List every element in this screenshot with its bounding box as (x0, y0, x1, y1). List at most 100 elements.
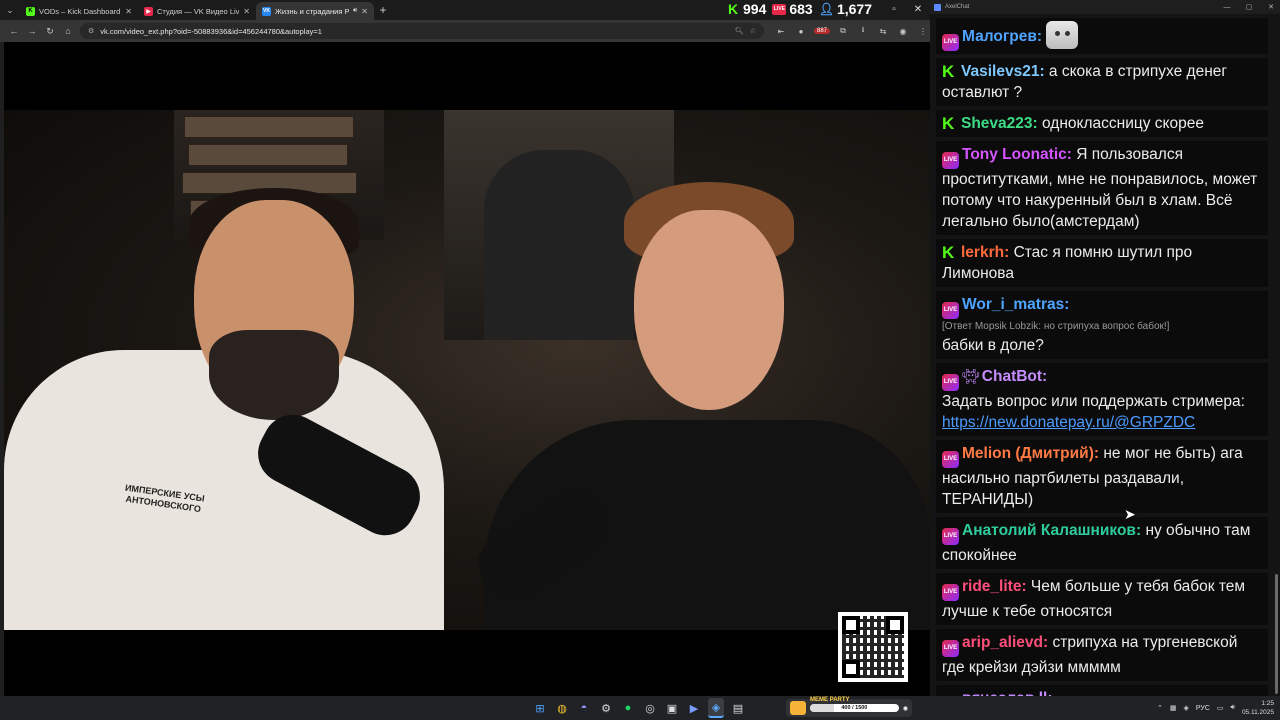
vk-live-badge-icon: LIVE (942, 528, 959, 545)
clock[interactable]: 1:25 05.11.2025 (1242, 699, 1274, 717)
vk-live-badge-icon: LIVE (942, 374, 959, 391)
network-icon[interactable]: ▭ (1217, 704, 1224, 712)
reply-quote: [Ответ Mopsik Lobzik: но стрипуха вопрос… (942, 321, 1170, 332)
menu-kebab-icon[interactable]: ⋮ (916, 27, 930, 36)
chat-message-list[interactable]: LIVE Малогрев: K Vasilevs21: а скока в стр… (936, 18, 1268, 696)
address-bar[interactable]: ⚙ vk.com/video_ext.php?oid=-50883936&id=… (80, 23, 764, 39)
tab-vk-studio[interactable]: ▶ Студия — VK Видео Live ✕ (138, 2, 256, 20)
chat-nickname[interactable]: lerkrh: (961, 244, 1009, 261)
donation-goal-widget: MEME PARTY 400 / 1500 ◉ (786, 697, 912, 717)
back-arrow-icon[interactable]: ← (8, 26, 20, 36)
minimize-button[interactable]: — (1218, 4, 1236, 11)
kick-favicon-icon: K (26, 6, 35, 16)
restore-button[interactable]: ▫ (882, 0, 906, 18)
maximize-button[interactable]: ▢ (1240, 3, 1258, 11)
chat-message[interactable]: LIVEвячеслав ll:[Ответ Wor_i_matras: баб… (936, 685, 1268, 696)
speaker-icon[interactable]: 🔊︎ (353, 7, 357, 15)
extension-badge[interactable]: 887 (814, 28, 830, 34)
volume-icon[interactable]: 🔊︎ (1231, 704, 1235, 712)
chat-message[interactable]: LIVE Tony Loonatic: Я пользовался простит… (936, 141, 1268, 235)
chat-message[interactable]: LIVE Анатолий Калашников: ну обычно там с… (936, 517, 1268, 569)
tray-overflow-icon[interactable]: ⌃ (1157, 704, 1163, 712)
zoom-icon[interactable]: 🔍︎ (735, 27, 744, 35)
chat-message-text: бабки в доле? (942, 337, 1044, 354)
obs-icon[interactable]: ◎ (642, 698, 658, 718)
chat-message[interactable]: LIVE Wor_i_matras: [Ответ Mopsik Lobzik: н… (936, 291, 1268, 359)
tab-title: Жизнь и страдания Романа (275, 6, 349, 16)
extension-puzzle-icon[interactable]: ⧉ (836, 26, 850, 36)
extension-pin-icon[interactable]: ⇤ (774, 27, 788, 36)
language-indicator[interactable]: РУС (1196, 705, 1210, 712)
chat-nickname[interactable]: Tony Loonatic: (962, 146, 1072, 163)
vk-live-badge-icon: LIVE (942, 302, 959, 319)
chat-nickname[interactable]: Vasilevs21: (961, 63, 1045, 80)
chat-nickname[interactable]: Анатолий Калашников: (962, 522, 1141, 539)
viewer-stats: K 994 LIVE 683 👤︎ 1,677 (728, 0, 872, 18)
chat-nickname[interactable]: Малогрев: (962, 28, 1042, 45)
kick-badge-icon: K (942, 62, 955, 81)
donation-goal-bar: 400 / 1500 (810, 704, 899, 712)
close-window-button[interactable]: ✕ (906, 0, 930, 18)
chrome-icon[interactable]: ◍ (554, 698, 570, 718)
chat-scrollbar[interactable] (1275, 574, 1278, 694)
site-info-icon[interactable]: ⚙ (88, 27, 94, 35)
vk-live-logo-icon: LIVE (772, 3, 787, 15)
tab-kick-dashboard[interactable]: K VODs – Kick Dashboard ✕ (20, 2, 138, 20)
donation-link[interactable]: https://new.donatepay.ru/@GRPZDC (942, 414, 1195, 431)
axelchat-app-icon (934, 3, 941, 11)
widget-eye-icon: ◉ (902, 705, 908, 712)
kick-badge-icon: K (942, 114, 955, 133)
vk-live-badge-icon: LIVE (942, 34, 959, 51)
chat-nickname[interactable]: arip_alievd: (962, 634, 1048, 651)
tab-close-icon[interactable]: ✕ (243, 7, 250, 16)
extension-cookie-icon[interactable]: ● (794, 27, 808, 36)
chat-message[interactable]: LIVE arip_alievd: стрипуха на тургеневско… (936, 629, 1268, 681)
home-icon[interactable]: ⌂ (62, 26, 74, 36)
chat-nickname[interactable]: Melion (Дмитрий): (962, 445, 1099, 462)
chat-message[interactable]: LIVE Малогрев: (936, 18, 1268, 54)
reload-icon[interactable]: ↻ (44, 26, 56, 37)
url-text: vk.com/video_ext.php?oid=-50883936&id=45… (100, 26, 322, 36)
chat-message[interactable]: LIVE 👾︎ ChatBot: Задать вопрос или поддержа… (936, 363, 1268, 436)
sidebar-icon[interactable]: ⇆ (876, 27, 890, 36)
meme-party-icon (790, 701, 806, 715)
desktop: ⌄ K VODs – Kick Dashboard ✕ ▶ Студия — V… (0, 0, 1280, 720)
tab-close-icon[interactable]: ✕ (125, 7, 132, 16)
new-tab-button[interactable]: + (374, 3, 392, 17)
spotify-icon[interactable]: ● (620, 698, 636, 718)
bookmark-star-icon[interactable]: ☆ (750, 27, 756, 35)
chat-message[interactable]: K Sheva223: одноклассницу скорее (936, 110, 1268, 137)
app-icon[interactable]: ▣ (664, 698, 680, 718)
chat-message[interactable]: LIVE ride_lite: Чем больше у тебя бабок т… (936, 573, 1268, 625)
tab-video-active[interactable]: VK Жизнь и страдания Романа 🔊︎ ✕ (256, 2, 374, 20)
chat-message[interactable]: LIVE Melion (Дмитрий): не мог не быть) аг… (936, 440, 1268, 513)
tab-search-icon[interactable]: ⌄ (0, 0, 20, 20)
cat-emote-icon (1046, 21, 1079, 49)
chat-app-icon[interactable]: ▤ (730, 698, 746, 718)
forward-arrow-icon[interactable]: → (26, 26, 38, 36)
close-chat-button[interactable]: ✕ (1262, 3, 1280, 11)
chat-nickname[interactable]: Sheva223: (961, 115, 1038, 132)
tray-app-icon[interactable]: ▦ (1170, 704, 1177, 712)
chat-message[interactable]: K Vasilevs21: а скока в стрипухе денег ос… (936, 58, 1268, 106)
browser-app-icon[interactable]: ◈ (708, 698, 724, 718)
download-icon[interactable]: ⭳ (856, 24, 870, 38)
profile-icon[interactable]: ◉ (896, 27, 910, 36)
clock-time: 1:25 (1261, 700, 1274, 707)
window-controls: ▫ ✕ (882, 0, 930, 18)
browser-window: ⌄ K VODs – Kick Dashboard ✕ ▶ Студия — V… (0, 0, 930, 696)
total-viewers-count: 1,677 (836, 1, 872, 17)
media-player-icon[interactable]: ▶ (686, 698, 702, 718)
video-player[interactable]: ИМПЕРСКИЕ УСЫ АНТОНОВСКОГО (4, 110, 930, 630)
vk-live-badge-icon: LIVE (942, 152, 959, 169)
chat-nickname[interactable]: ride_lite: (962, 578, 1027, 595)
chat-message[interactable]: Klerkrh: Стас я помню шутил про Лимонова (936, 239, 1268, 287)
windows-start-icon[interactable]: ⊞ (532, 698, 548, 718)
tab-title: Студия — VK Видео Live (157, 6, 240, 16)
tab-close-icon[interactable]: ✕ (361, 7, 368, 16)
tray-app-icon[interactable]: ◈ (1183, 704, 1188, 712)
chat-nickname[interactable]: ChatBot: (982, 368, 1047, 385)
steam-icon[interactable]: ⚙ (598, 698, 614, 718)
chat-nickname[interactable]: Wor_i_matras: (962, 296, 1069, 313)
discord-icon[interactable]: ◓ (576, 698, 592, 718)
